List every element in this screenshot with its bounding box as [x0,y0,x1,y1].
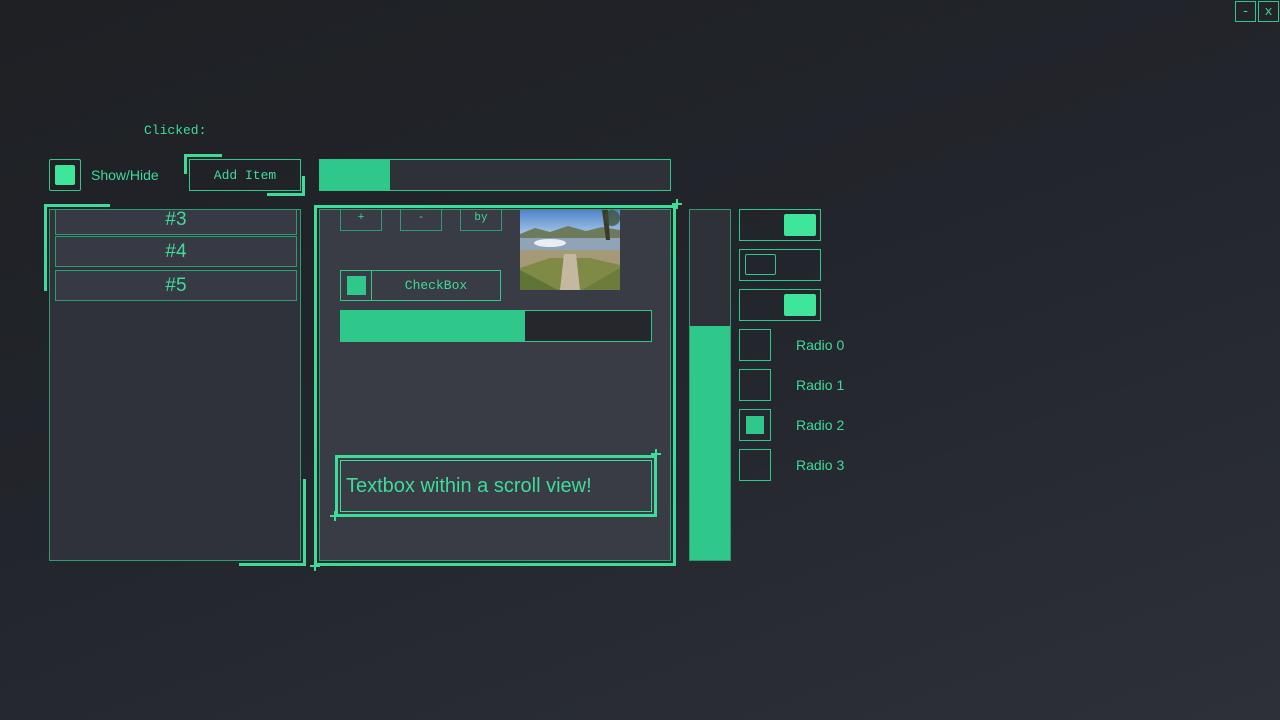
inner-progress-fill [341,311,526,341]
radio-selected-dot [746,416,764,434]
corner-cross-top-right [672,199,682,209]
checkbox-label: CheckBox [404,278,468,293]
list-item[interactable]: #5 [55,270,297,301]
close-button[interactable]: x [1258,1,1279,22]
list-item[interactable]: #3 [55,210,297,235]
corner-cross-bottom-left [310,561,320,571]
radio-label-2: Radio 2 [796,417,845,433]
checkbox-square[interactable] [341,271,372,300]
top-progress-fill [320,160,390,190]
list-bracket-bottom-right [239,479,306,566]
checkbox-check-mark [55,165,75,185]
toggle-knob [784,294,816,316]
radio-label-0: Radio 0 [796,337,845,353]
show-hide-checkbox[interactable] [49,159,81,191]
clicked-status-label: Clicked: [144,123,207,138]
top-progress-bar [319,159,671,191]
vertical-slider-fill [690,325,730,560]
scroll-view[interactable]: + - by CheckBox Textbox within a scroll … [319,209,671,561]
show-hide-label: Show/Hide [91,167,159,183]
toggle-switch-2[interactable] [739,289,821,321]
inner-progress-bar [340,310,652,342]
radio-label-1: Radio 1 [796,377,845,393]
checkbox-control[interactable]: CheckBox [340,270,501,301]
checkbox-check-mark [346,276,366,295]
minus-button[interactable]: - [400,210,442,231]
toggle-switch-1[interactable] [739,249,821,281]
list-item[interactable]: #4 [55,236,297,267]
landscape-photo-image [520,210,620,290]
minimize-button[interactable]: - [1235,1,1256,22]
radio-2[interactable] [739,409,771,441]
radio-3[interactable] [739,449,771,481]
toggle-knob [745,254,776,275]
vertical-slider[interactable] [689,209,731,561]
radio-label-3: Radio 3 [796,457,845,473]
toggle-knob [784,214,816,236]
plus-button[interactable]: + [340,210,382,231]
textbox-corner-cross-bottom-left [330,511,340,521]
by-button[interactable]: by [460,210,502,231]
textbox-corner-cross-top-right [651,449,661,459]
radio-1[interactable] [739,369,771,401]
landscape-photo [520,210,620,290]
toggle-switch-0[interactable] [739,209,821,241]
radio-0[interactable] [739,329,771,361]
scroll-textbox[interactable]: Textbox within a scroll view! [340,460,652,512]
focus-bracket-bottom-right [267,176,305,196]
